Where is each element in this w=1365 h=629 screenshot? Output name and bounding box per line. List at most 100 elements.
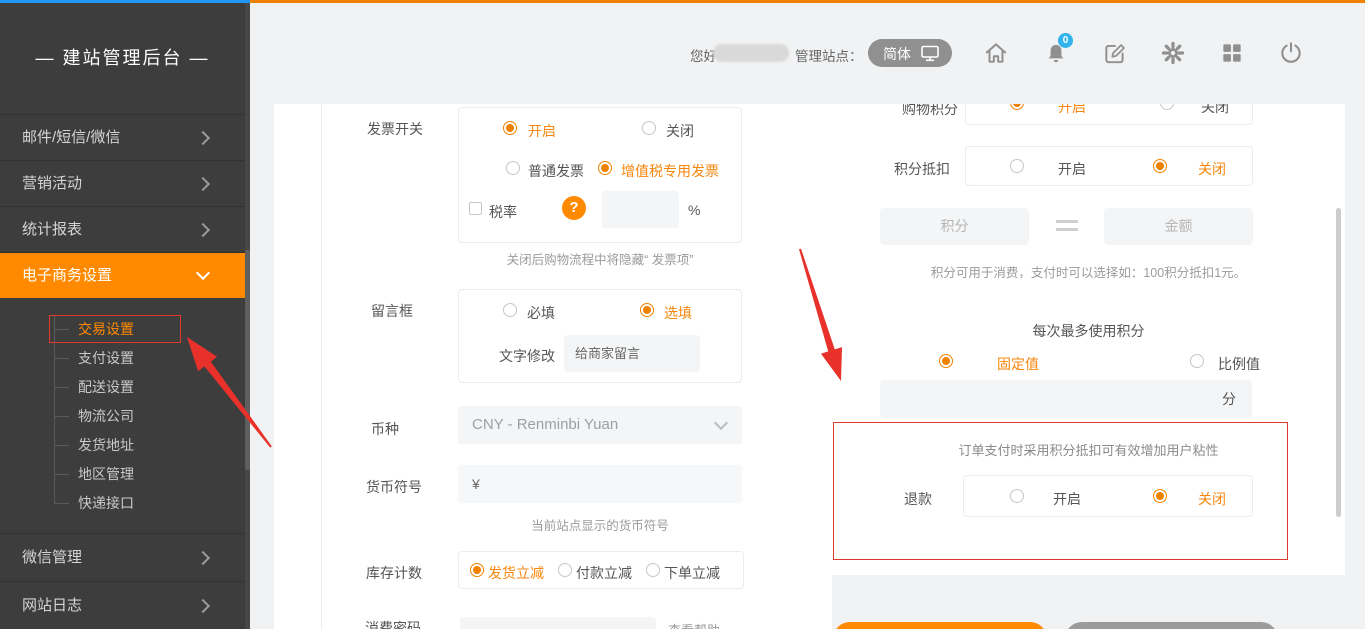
points-usage-hint: 积分可用于消费，支付时可以选择如：100积分抵扣1元。 [832, 262, 1345, 281]
power-logout-icon[interactable] [1278, 40, 1304, 66]
invoice-normal-label: 普通发票 [528, 161, 584, 181]
invoice-off-radio[interactable] [642, 121, 656, 135]
panel-divider-line [321, 104, 322, 629]
currency-symbol-label: 货币符号 [366, 477, 422, 497]
monitor-icon [920, 45, 940, 62]
sidebar-item-payment-settings[interactable]: 支付设置 [64, 345, 228, 371]
amount-input[interactable]: 金额 [1104, 208, 1253, 245]
points-input[interactable]: 积分 [880, 208, 1029, 245]
stock-pay-radio[interactable] [558, 563, 572, 577]
annotation-box-trade-settings [49, 315, 181, 343]
shopping-points-label: 购物积分 [902, 104, 958, 119]
message-fieldset: 必填 选填 文字修改 给商家留言 [458, 289, 742, 383]
help-question-icon[interactable]: ? [562, 196, 586, 220]
cancel-button[interactable] [1065, 622, 1278, 629]
chevron-right-icon [196, 551, 210, 565]
sidebar-title: — 建站管理后台 — [0, 44, 245, 70]
pay-password-input[interactable] [460, 617, 656, 629]
chevron-right-icon [196, 599, 210, 613]
currency-select[interactable]: CNY - Renminbi Yuan [458, 406, 742, 444]
invoice-on-label: 开启 [528, 121, 556, 141]
chevron-right-icon [196, 177, 210, 191]
tax-rate-checkbox[interactable] [469, 202, 482, 215]
trade-settings-left-panel: 发票开关 开启 关闭 普通发票 增值税专用发票 税率 ? % 关闭后购物流程中将… [274, 104, 832, 629]
points-deduction-on-label: 开启 [1058, 159, 1086, 179]
message-required-radio[interactable] [503, 303, 517, 317]
stock-count-label: 库存计数 [366, 563, 422, 583]
sidebar-item-ecommerce-settings[interactable]: 电子商务设置 [0, 252, 245, 298]
message-optional-radio[interactable] [640, 303, 654, 317]
points-deduction-off-label: 关闭 [1198, 159, 1226, 179]
chevron-right-icon [196, 131, 210, 145]
tax-rate-input[interactable] [602, 191, 679, 228]
invoice-off-label: 关闭 [666, 121, 694, 141]
invoice-vat-radio[interactable] [598, 161, 612, 175]
max-points-title: 每次最多使用积分 [832, 321, 1345, 341]
content-scrollbar-thumb[interactable] [1336, 208, 1341, 517]
invoice-fieldset: 开启 关闭 普通发票 增值税专用发票 税率 ? % [458, 107, 742, 243]
invoice-on-radio[interactable] [503, 121, 517, 135]
sidebar-scrollbar-thumb[interactable] [245, 250, 250, 470]
chevron-down-icon [196, 266, 210, 280]
annotation-box-refund-area [833, 422, 1288, 560]
shopping-points-on-label: 开启 [1058, 104, 1086, 117]
chevron-right-icon [196, 223, 210, 237]
tax-rate-label: 税率 [489, 202, 517, 222]
invoice-switch-label: 发票开关 [367, 119, 423, 139]
invoice-hint: 关闭后购物流程中将隐藏“ 发票项” [458, 249, 742, 268]
ratio-value-label: 比例值 [1218, 354, 1260, 374]
equals-icon [1056, 220, 1078, 236]
fixed-value-radio[interactable] [939, 354, 953, 368]
stock-ship-label: 发货立减 [488, 563, 544, 583]
sidebar-item-express-interface[interactable]: 快递接口 [64, 490, 228, 516]
stock-ship-radio[interactable] [470, 563, 484, 577]
sidebar-item-shipping-address[interactable]: 发货地址 [64, 432, 228, 458]
points-deduction-off-radio[interactable] [1153, 159, 1167, 173]
message-edit-label: 文字修改 [499, 346, 555, 366]
stock-count-fieldset: 发货立减 付款立减 下单立减 [458, 551, 744, 589]
message-text-input[interactable]: 给商家留言 [564, 335, 700, 372]
currency-label: 币种 [371, 419, 399, 439]
sidebar-item-marketing[interactable]: 营销活动 [0, 160, 245, 206]
invoice-normal-radio[interactable] [506, 161, 520, 175]
stock-order-label: 下单立减 [664, 563, 720, 583]
max-points-input[interactable]: 分 [880, 380, 1252, 418]
fixed-value-label: 固定值 [997, 354, 1039, 374]
currency-symbol-input[interactable]: ¥ [458, 465, 742, 503]
admin-backend-page: — 建站管理后台 — 邮件/短信/微信 营销活动 统计报表 电子商务设置 交易设… [0, 0, 1365, 629]
settings-gear-icon[interactable] [1160, 40, 1186, 66]
sidebar-item-mail-sms-wechat[interactable]: 邮件/短信/微信 [0, 114, 245, 160]
stock-order-radio[interactable] [646, 563, 660, 577]
site-label: 管理站点： [795, 45, 863, 65]
points-deduction-on-radio[interactable] [1010, 159, 1024, 173]
notification-badge: 0 [1058, 33, 1073, 48]
shopping-points-off-label: 关闭 [1201, 104, 1229, 117]
top-accent-bar [250, 0, 1365, 3]
stock-pay-label: 付款立减 [576, 563, 632, 583]
invoice-vat-label: 增值税专用发票 [621, 161, 719, 181]
pay-password-label: 消费密码 [365, 618, 421, 629]
view-help-link[interactable]: 查看帮助 [668, 620, 720, 629]
sidebar-item-statistics[interactable]: 统计报表 [0, 206, 245, 252]
message-box-label: 留言框 [371, 301, 413, 321]
sidebar-item-region-management[interactable]: 地区管理 [64, 461, 228, 487]
currency-symbol-hint: 当前站点显示的货币符号 [458, 515, 742, 534]
message-optional-label: 选填 [664, 303, 692, 323]
sidebar-top-accent [0, 0, 250, 3]
language-site-button[interactable]: 简体 [868, 39, 952, 67]
save-button[interactable] [833, 622, 1047, 629]
sidebar-item-delivery-settings[interactable]: 配送设置 [64, 374, 228, 400]
sidebar-item-site-log[interactable]: 网站日志 [0, 581, 245, 629]
message-required-label: 必填 [527, 303, 555, 323]
sidebar-item-wechat-management[interactable]: 微信管理 [0, 533, 245, 581]
chevron-down-icon [714, 416, 728, 430]
percent-sign: % [688, 202, 700, 218]
currency-value: CNY - Renminbi Yuan [472, 416, 618, 433]
ratio-value-radio[interactable] [1190, 354, 1204, 368]
sidebar-item-logistics-company[interactable]: 物流公司 [64, 403, 228, 429]
apps-grid-icon[interactable] [1219, 40, 1245, 66]
points-deduction-label: 积分抵扣 [894, 159, 950, 179]
edit-icon[interactable] [1102, 40, 1128, 66]
home-icon[interactable] [983, 40, 1009, 66]
submenu-tree-line [54, 316, 55, 504]
